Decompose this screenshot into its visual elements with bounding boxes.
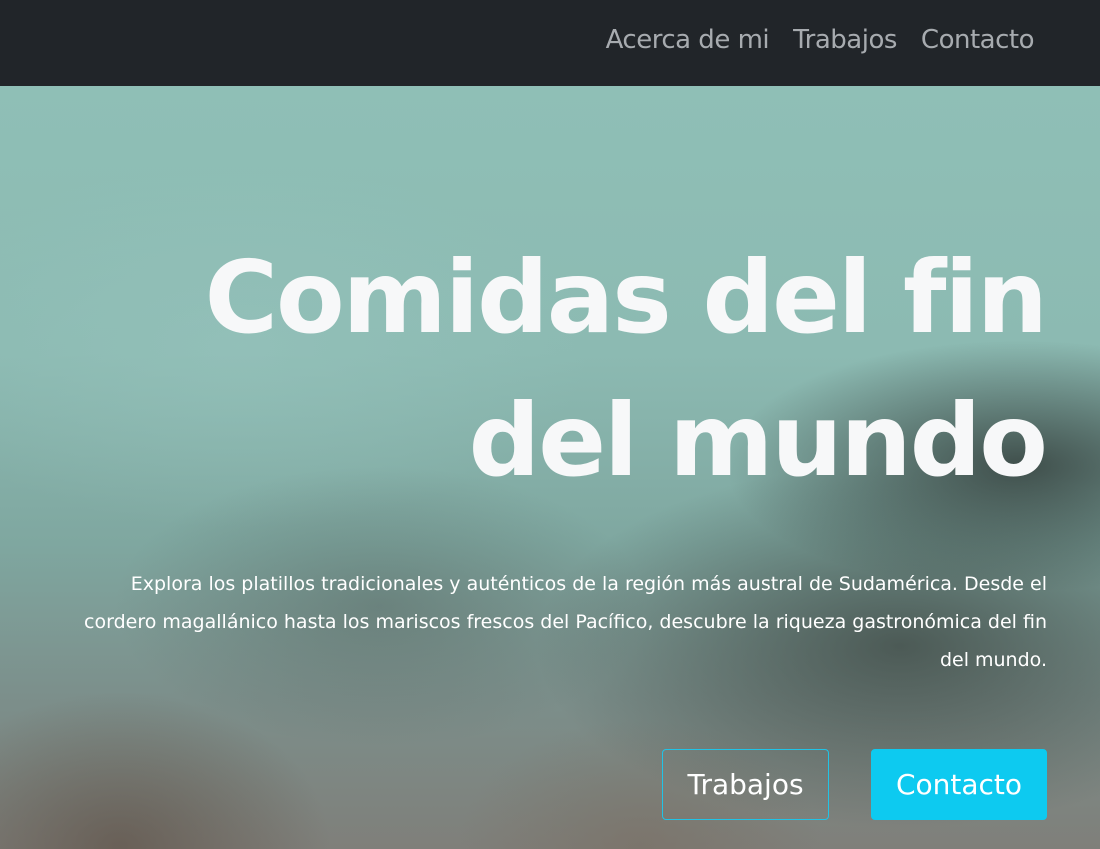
- trabajos-button[interactable]: Trabajos: [662, 749, 829, 820]
- nav-link-trabajos[interactable]: Trabajos: [793, 22, 897, 58]
- contacto-button[interactable]: Contacto: [871, 749, 1047, 820]
- page: Acerca de mi Trabajos Contacto Comidas d…: [0, 0, 1100, 849]
- hero-section: Comidas del fin del mundo Explora los pl…: [0, 86, 1100, 849]
- nav-links: Acerca de mi Trabajos Contacto: [606, 22, 1035, 58]
- hero-title: Comidas del fin del mundo: [204, 239, 1048, 499]
- nav-link-acerca[interactable]: Acerca de mi: [606, 22, 770, 58]
- hero-description: Explora los platillos tradicionales y au…: [84, 573, 1047, 671]
- nav-link-contacto[interactable]: Contacto: [921, 22, 1035, 58]
- navbar: Acerca de mi Trabajos Contacto: [0, 0, 1100, 86]
